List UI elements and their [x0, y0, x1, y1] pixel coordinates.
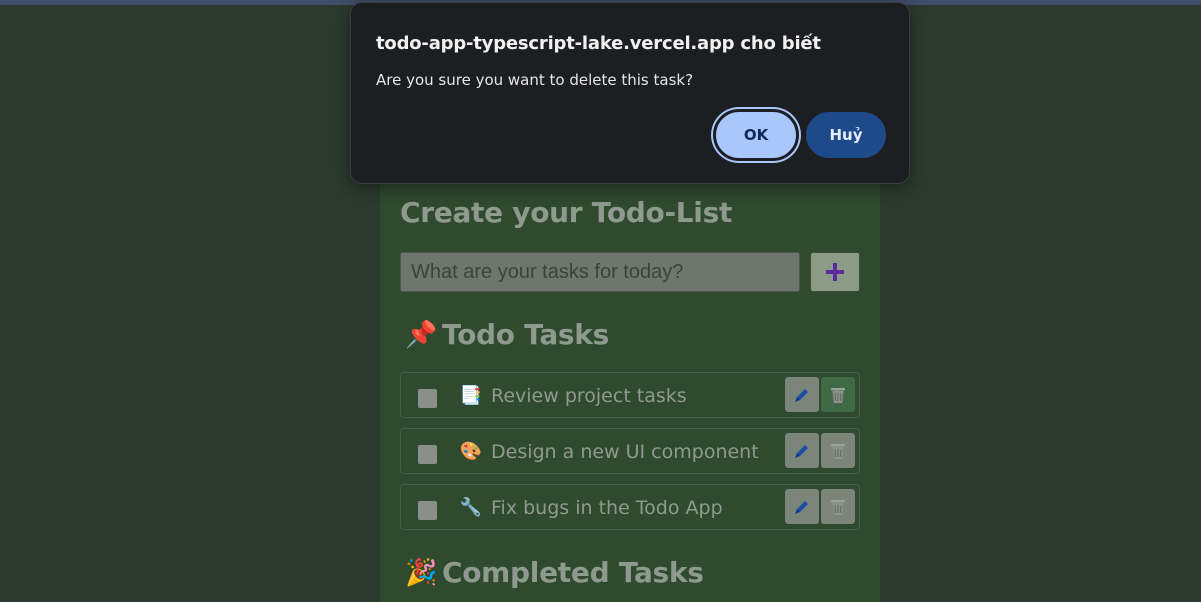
- task-text: Review project tasks: [491, 385, 687, 407]
- delete-task-button[interactable]: [821, 489, 855, 524]
- edit-task-button[interactable]: [785, 433, 819, 468]
- edit-task-button[interactable]: [785, 489, 819, 524]
- pencil-icon: [795, 500, 808, 514]
- bookmark-tabs-icon: 📑: [459, 385, 483, 405]
- edit-task-button[interactable]: [785, 377, 819, 412]
- dialog-title: todo-app-typescript-lake.vercel.app cho …: [376, 33, 821, 54]
- task-input[interactable]: [400, 252, 800, 292]
- palette-icon: 🎨: [459, 441, 483, 461]
- plus-icon: [826, 263, 844, 281]
- pencil-icon: [795, 388, 808, 402]
- task-row: 🔧 Fix bugs in the Todo App: [400, 484, 860, 530]
- todo-section-title: 📌 Todo Tasks: [404, 318, 609, 351]
- task-text: Fix bugs in the Todo App: [491, 497, 723, 519]
- dialog-message: Are you sure you want to delete this tas…: [376, 71, 694, 89]
- completed-section-label: Completed Tasks: [442, 556, 704, 589]
- todo-task-list: 📑 Review project tasks 🎨 Design a new UI…: [400, 372, 860, 540]
- task-text: Design a new UI component: [491, 441, 759, 463]
- task-checkbox[interactable]: [418, 389, 437, 408]
- pushpin-icon: 📌: [404, 319, 438, 350]
- wastebasket-icon: [831, 387, 845, 403]
- completed-section-title: 🎉 Completed Tasks: [404, 556, 704, 589]
- add-task-button[interactable]: [810, 252, 860, 292]
- task-row: 📑 Review project tasks: [400, 372, 860, 418]
- party-popper-icon: 🎉: [404, 557, 438, 588]
- task-checkbox[interactable]: [418, 501, 437, 520]
- cancel-button[interactable]: Huỷ: [806, 112, 886, 158]
- todo-app-card: Create your Todo-List 📌 Todo Tasks 📑 Rev…: [380, 150, 880, 602]
- wrench-icon: 🔧: [459, 497, 483, 517]
- confirm-dialog: todo-app-typescript-lake.vercel.app cho …: [350, 2, 910, 184]
- delete-task-button[interactable]: [821, 433, 855, 468]
- ok-button[interactable]: OK: [713, 109, 799, 161]
- delete-task-button[interactable]: [821, 377, 855, 412]
- task-checkbox[interactable]: [418, 445, 437, 464]
- task-row: 🎨 Design a new UI component: [400, 428, 860, 474]
- wastebasket-icon: [831, 443, 845, 459]
- wastebasket-icon: [831, 499, 845, 515]
- pencil-icon: [795, 444, 808, 458]
- todo-section-label: Todo Tasks: [442, 318, 609, 351]
- app-title: Create your Todo-List: [400, 196, 733, 229]
